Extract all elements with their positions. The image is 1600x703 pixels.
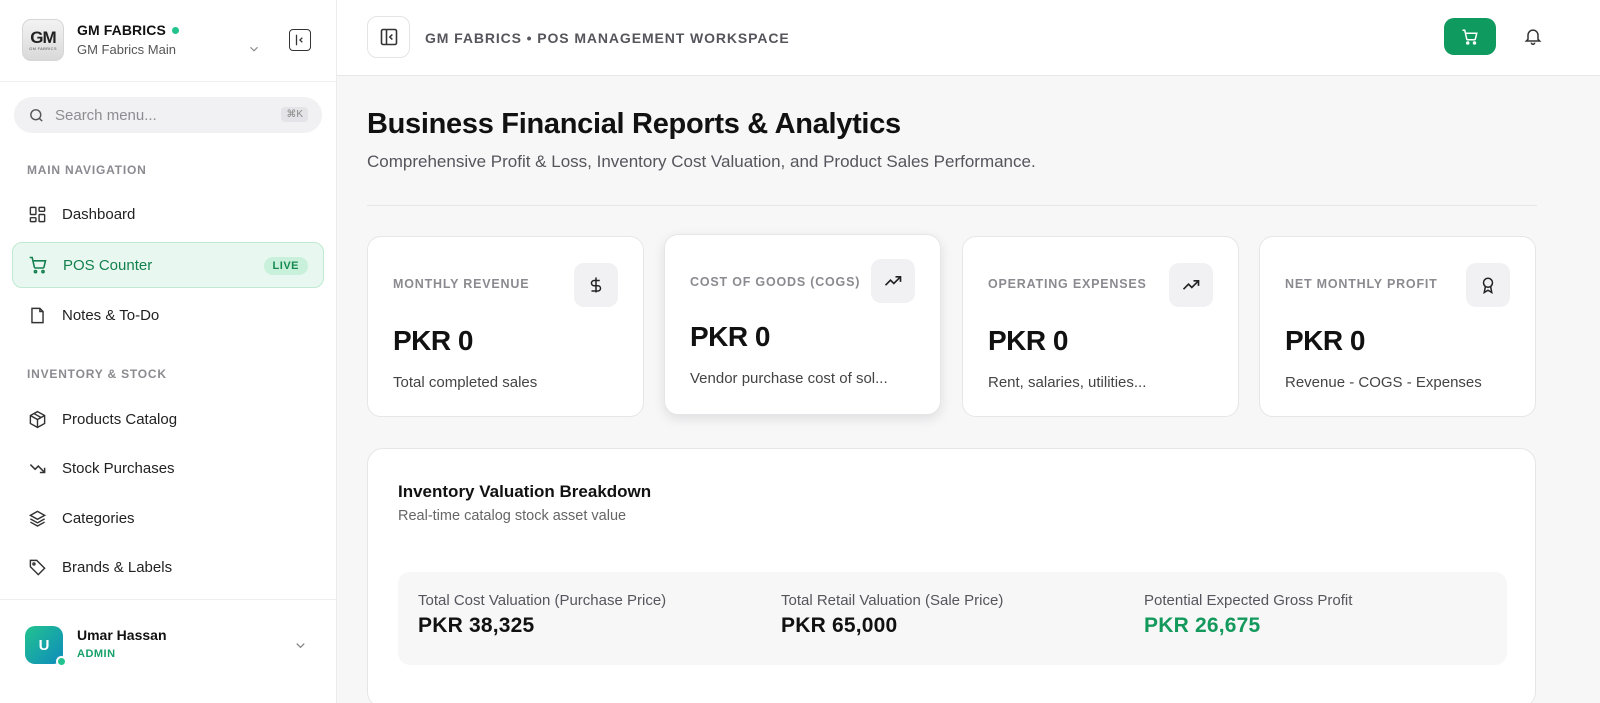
trend-up-icon xyxy=(871,259,915,303)
search-shortcut-badge: ⌘K xyxy=(281,107,308,122)
trend-down-icon xyxy=(27,458,47,478)
top-header: GM FABRICS • POS MANAGEMENT WORKSPACE xyxy=(337,0,1600,76)
valuation-gross-profit: Potential Expected Gross Profit PKR 26,6… xyxy=(1144,592,1352,638)
valuation-retail: Total Retail Valuation (Sale Price) PKR … xyxy=(781,592,1003,638)
valuation-label: Total Retail Valuation (Sale Price) xyxy=(781,592,1004,609)
brand-name-text: GM FABRICS xyxy=(77,22,166,38)
inventory-title: Inventory Valuation Breakdown xyxy=(398,482,652,501)
brand-logo-text: GM xyxy=(30,27,56,47)
valuation-value: PKR 38,325 xyxy=(418,614,535,637)
kpi-description: Rent, salaries, utilities... xyxy=(988,374,1147,391)
search-input[interactable] xyxy=(55,106,265,124)
kpi-card-expenses[interactable]: OPERATING EXPENSES PKR 0 Rent, salaries,… xyxy=(962,236,1239,417)
sidebar: GM GM FABRICS GM FABRICS GM Fabrics Main… xyxy=(0,0,337,703)
valuation-value: PKR 26,675 xyxy=(1144,614,1261,637)
sidebar-item-label: Stock Purchases xyxy=(62,459,175,477)
kpi-label: COST OF GOODS (COGS) xyxy=(690,275,861,289)
section-title-main: MAIN NAVIGATION xyxy=(27,163,147,177)
workspace-title: GM FABRICS • POS MANAGEMENT WORKSPACE xyxy=(425,30,790,46)
sidebar-item-label: Dashboard xyxy=(62,205,136,223)
sidebar-item-pos-counter[interactable]: POS Counter LIVE xyxy=(12,242,324,288)
kpi-description: Revenue - COGS - Expenses xyxy=(1285,374,1482,391)
sidebar-item-products[interactable]: Products Catalog xyxy=(12,396,324,442)
sidebar-item-label: Notes & To-Do xyxy=(62,306,160,324)
inventory-subtitle: Real-time catalog stock asset value xyxy=(398,508,627,524)
kpi-description: Vendor purchase cost of sol... xyxy=(690,370,888,387)
brand-logo: GM GM FABRICS xyxy=(22,19,64,61)
chevron-down-icon[interactable] xyxy=(247,42,261,61)
dollar-icon xyxy=(574,263,618,307)
kpi-label: MONTHLY REVENUE xyxy=(393,277,530,291)
user-profile[interactable]: U Umar Hassan ADMIN xyxy=(0,599,336,703)
panel-collapse-icon xyxy=(380,28,397,46)
sidebar-item-stock-purchases[interactable]: Stock Purchases xyxy=(12,445,324,491)
sidebar-item-categories[interactable]: Categories xyxy=(12,495,324,541)
panel-collapse-icon xyxy=(295,34,303,46)
sidebar-item-label: Brands & Labels xyxy=(62,558,173,576)
kpi-label: NET MONTHLY PROFIT xyxy=(1285,277,1438,291)
branch-selector[interactable]: GM Fabrics Main xyxy=(77,42,176,57)
kpi-value: PKR 0 xyxy=(690,321,770,352)
cart-icon xyxy=(1462,29,1478,45)
inventory-valuation-card: Inventory Valuation Breakdown Real-time … xyxy=(367,448,1536,703)
live-badge: LIVE xyxy=(263,257,308,275)
kpi-value: PKR 0 xyxy=(988,325,1068,356)
cart-icon xyxy=(28,255,48,275)
valuation-label: Potential Expected Gross Profit xyxy=(1144,592,1353,609)
kpi-card-net-profit[interactable]: NET MONTHLY PROFIT PKR 0 Revenue - COGS … xyxy=(1259,236,1536,417)
box-icon xyxy=(27,409,47,429)
sidebar-item-label: Categories xyxy=(62,509,135,527)
sidebar-collapse-button[interactable] xyxy=(289,29,311,51)
chevron-down-icon[interactable] xyxy=(293,638,308,658)
divider xyxy=(367,205,1537,206)
user-name: Umar Hassan xyxy=(77,627,167,643)
valuation-summary: Total Cost Valuation (Purchase Price) PK… xyxy=(398,572,1507,665)
kpi-value: PKR 0 xyxy=(1285,325,1365,356)
brand-name: GM FABRICS xyxy=(77,22,179,38)
kpi-label: OPERATING EXPENSES xyxy=(988,277,1147,291)
search-bar[interactable]: ⌘K xyxy=(14,97,322,133)
sidebar-toggle-button[interactable] xyxy=(367,16,410,58)
valuation-label: Total Cost Valuation (Purchase Price) xyxy=(418,592,667,609)
online-status-dot xyxy=(56,656,67,667)
sidebar-item-dashboard[interactable]: Dashboard xyxy=(12,191,324,237)
cart-button[interactable] xyxy=(1444,18,1496,55)
user-role: ADMIN xyxy=(77,648,116,660)
grid-icon xyxy=(27,204,47,224)
section-title-inventory: INVENTORY & STOCK xyxy=(27,367,167,381)
kpi-card-revenue[interactable]: MONTHLY REVENUE PKR 0 Total completed sa… xyxy=(367,236,644,417)
kpi-card-cogs[interactable]: COST OF GOODS (COGS) PKR 0 Vendor purcha… xyxy=(664,234,941,415)
kpi-value: PKR 0 xyxy=(393,325,473,356)
trend-up-icon xyxy=(1169,263,1213,307)
layers-icon xyxy=(27,508,47,528)
page-title: Business Financial Reports & Analytics xyxy=(367,108,901,140)
page-subtitle: Comprehensive Profit & Loss, Inventory C… xyxy=(367,152,1036,171)
note-icon xyxy=(27,305,47,325)
sidebar-item-notes[interactable]: Notes & To-Do xyxy=(12,292,324,338)
sidebar-item-label: Products Catalog xyxy=(62,410,178,428)
sidebar-item-label: POS Counter xyxy=(63,256,153,274)
award-icon xyxy=(1466,263,1510,307)
brand-header: GM GM FABRICS GM FABRICS GM Fabrics Main xyxy=(0,0,336,82)
bell-icon[interactable] xyxy=(1523,26,1543,51)
valuation-value: PKR 65,000 xyxy=(781,614,898,637)
kpi-description: Total completed sales xyxy=(393,374,538,391)
sidebar-item-brands[interactable]: Brands & Labels xyxy=(12,544,324,590)
search-icon xyxy=(30,108,43,122)
brand-logo-subtext: GM FABRICS xyxy=(29,45,57,51)
valuation-cost: Total Cost Valuation (Purchase Price) PK… xyxy=(418,592,666,638)
online-status-dot xyxy=(171,26,179,34)
tag-icon xyxy=(27,557,47,577)
